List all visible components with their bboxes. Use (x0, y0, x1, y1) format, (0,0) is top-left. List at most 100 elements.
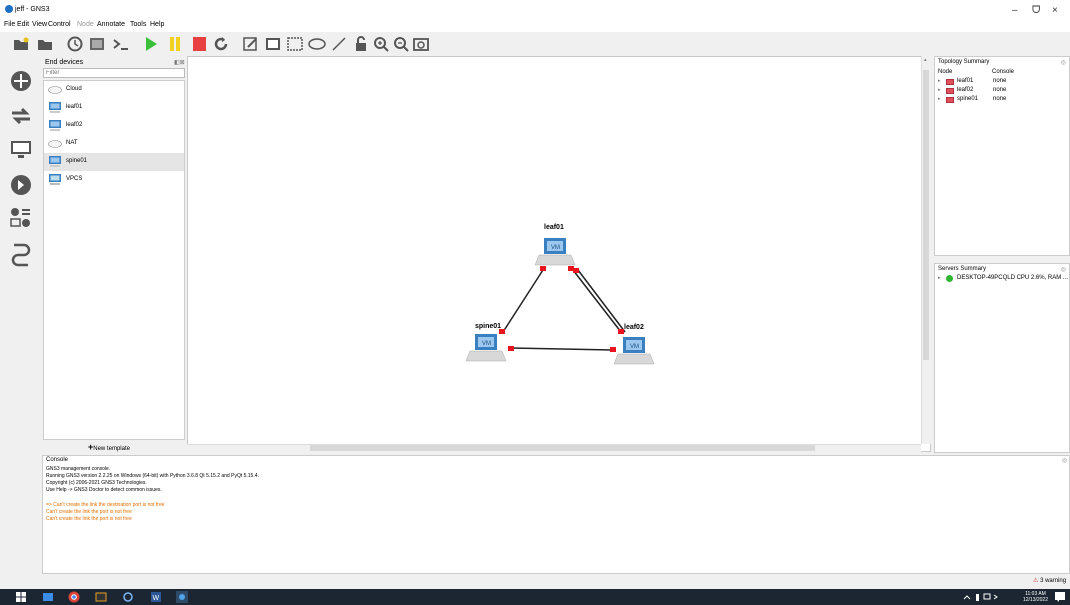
browse-switches-icon[interactable] (9, 104, 33, 128)
menu-help[interactable]: Help (150, 21, 164, 28)
scroll-up-icon[interactable]: ▴ (924, 57, 934, 67)
panel-float-icon[interactable]: ◎ (1061, 59, 1066, 66)
notifications-icon[interactable] (1054, 591, 1066, 603)
device-label: Cloud (66, 86, 82, 92)
line-icon[interactable] (330, 35, 348, 53)
tray-icons[interactable] (962, 591, 998, 603)
console-warning-line: Can't create the link the port is not fr… (46, 516, 132, 522)
network-app-icon[interactable] (122, 591, 134, 603)
panel-float-close-icon[interactable]: ◧⊠ (174, 59, 185, 66)
list-item[interactable]: NAT (44, 135, 184, 153)
vertical-scroll-thumb[interactable] (923, 70, 929, 360)
zoom-out-icon[interactable] (392, 35, 410, 53)
table-row[interactable]: ▸ spine01 none (938, 96, 1068, 104)
open-project-icon[interactable] (12, 35, 30, 53)
console-warning-line: => Can't create the link the destination… (46, 502, 165, 508)
menu-edit[interactable]: Edit (17, 21, 29, 28)
node-leaf01[interactable]: VM (534, 238, 576, 266)
server-status-icon (946, 275, 953, 282)
menu-node[interactable]: Node (77, 21, 94, 28)
stop-icon[interactable] (190, 35, 208, 53)
list-item[interactable]: spine01 (44, 153, 184, 171)
console-icon[interactable] (112, 35, 130, 53)
new-template-button[interactable]: +New template (88, 442, 130, 452)
server-row[interactable]: ▸ DESKTOP-49PCQLD CPU 2.6%, RAM ... (938, 275, 1068, 283)
panel-float-icon[interactable]: ◎ (1061, 266, 1066, 273)
toolbar (0, 32, 1070, 56)
console-line: Use Help -> GNS3 Doctor to detect common… (46, 487, 162, 493)
expand-arrow-icon[interactable]: ▸ (938, 78, 941, 84)
browse-end-devices-icon[interactable] (9, 138, 33, 162)
warnings-indicator[interactable]: ⚠ 3 warning (1033, 577, 1066, 584)
start-icon[interactable] (142, 35, 160, 53)
devices-panel: End devices ◧⊠ Cloud leaf01 leaf02 NAT s… (42, 56, 186, 452)
device-label: NAT (66, 140, 78, 146)
folder-icon[interactable] (36, 35, 54, 53)
lock-icon[interactable] (352, 35, 370, 53)
menu-tools[interactable]: Tools (130, 21, 146, 28)
menu-file[interactable]: File (4, 21, 15, 28)
table-row[interactable]: ▸ leaf01 none (938, 78, 1068, 86)
console-line: GNS3 management console. (46, 466, 111, 472)
link-leaf01-leaf02-b[interactable] (577, 269, 626, 333)
filter-input[interactable] (43, 68, 185, 78)
device-label: leaf02 (66, 122, 83, 128)
expand-arrow-icon[interactable]: ▸ (938, 275, 941, 281)
menu-view[interactable]: View (32, 21, 47, 28)
zoom-in-icon[interactable] (372, 35, 390, 53)
table-row[interactable]: ▸ leaf02 none (938, 87, 1068, 95)
menu-control[interactable]: Control (48, 21, 71, 28)
screenshot-icon[interactable] (88, 35, 106, 53)
note-icon[interactable] (242, 35, 260, 53)
pause-icon[interactable] (166, 35, 184, 53)
node-status-icon (946, 88, 954, 94)
list-item[interactable]: leaf02 (44, 117, 184, 135)
node-leaf02[interactable]: VM (613, 337, 655, 365)
menu-annotate[interactable]: Annotate (97, 21, 125, 28)
list-item[interactable]: Cloud (44, 81, 184, 99)
word-icon[interactable]: W (150, 591, 162, 603)
node-spine01[interactable]: VM (465, 334, 507, 362)
reload-icon[interactable] (212, 35, 230, 53)
minimize-button[interactable]: – (1012, 5, 1018, 16)
add-link-icon[interactable] (9, 242, 33, 267)
expand-arrow-icon[interactable]: ▸ (938, 87, 941, 93)
console-panel[interactable]: Console GNS3 management console. Running… (42, 455, 1070, 574)
topology-summary-title: Topology Summary (938, 59, 990, 65)
ellipse-icon[interactable] (308, 35, 326, 53)
node-label-leaf02: leaf02 (624, 324, 644, 331)
camera-icon[interactable] (412, 35, 430, 53)
window-title: jeff - GNS3 (15, 6, 50, 13)
device-list: Cloud leaf01 leaf02 NAT spine01 VPCS (43, 80, 185, 440)
gns3-taskbar-icon[interactable] (176, 591, 188, 603)
link-leaf01-spine01[interactable] (502, 269, 544, 333)
topology-canvas[interactable]: VM VM VM leaf01 leaf02 spine01 (187, 56, 931, 452)
task-view-icon[interactable] (42, 591, 54, 603)
windows-start-icon[interactable] (15, 591, 27, 603)
column-header-node: Node (938, 69, 953, 75)
panel-float-icon[interactable]: ◎ (1062, 457, 1067, 464)
browse-routers-icon[interactable] (9, 69, 33, 93)
list-item[interactable]: VPCS (44, 171, 184, 189)
restore-button[interactable]: ᗜ (1032, 5, 1040, 16)
rectangle-icon[interactable] (286, 35, 304, 53)
chrome-icon[interactable] (68, 591, 80, 603)
link-leaf01-leaf02-a[interactable] (572, 269, 622, 333)
expand-arrow-icon[interactable]: ▸ (938, 96, 941, 102)
link-spine01-leaf02[interactable] (510, 347, 614, 351)
device-label: leaf01 (66, 104, 83, 110)
app-icon[interactable] (95, 591, 107, 603)
clock[interactable]: 11:03 AM 12/13/2022 (1023, 591, 1048, 603)
browse-all-devices-icon[interactable] (9, 206, 33, 230)
horizontal-scroll-thumb[interactable] (310, 445, 815, 451)
image-icon[interactable] (264, 35, 282, 53)
menu-bar: File Edit View Control Node Annotate Too… (0, 20, 1070, 32)
link-endpoint (573, 268, 579, 273)
servers-summary-title: Servers Summary (938, 266, 987, 272)
list-item[interactable]: leaf01 (44, 99, 184, 117)
close-button[interactable]: × (1052, 5, 1058, 16)
browse-security-icon[interactable] (9, 173, 33, 197)
clock-icon[interactable] (66, 35, 84, 53)
node-status-icon (946, 79, 954, 85)
gns3-logo-icon (5, 5, 13, 13)
